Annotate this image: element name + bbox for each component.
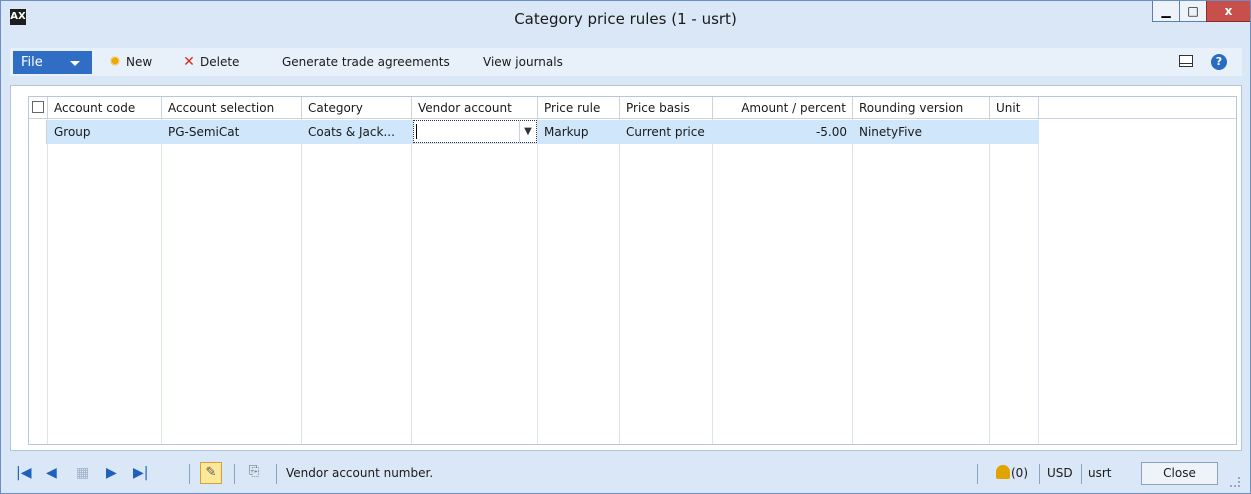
next-record-icon[interactable]: ▶ <box>106 465 117 481</box>
close-button[interactable]: Close <box>1141 462 1218 485</box>
window: AX Category price rules (1 - usrt) ▁ □ x… <box>0 0 1251 494</box>
resize-grip-icon[interactable] <box>1230 477 1240 487</box>
delete-button[interactable]: ✕ Delete <box>181 51 239 73</box>
col-unit <box>990 97 1039 444</box>
divider <box>977 464 978 484</box>
select-all-checkbox[interactable] <box>32 101 44 113</box>
header-vendor-account[interactable]: Vendor account <box>412 97 538 119</box>
file-menu-button[interactable]: File <box>13 51 92 74</box>
attachment-icon[interactable]: ⎘ <box>249 464 263 480</box>
sun-icon: ✹ <box>109 54 121 70</box>
last-record-icon[interactable]: ▶| <box>133 465 148 481</box>
col-account-selection <box>162 97 302 444</box>
vendor-account-input[interactable]: ▼ <box>413 120 537 143</box>
select-column <box>29 97 48 444</box>
grid-container: Account code Account selection Category … <box>10 85 1242 451</box>
text-cursor <box>416 124 417 139</box>
cell-rounding-version[interactable]: NinetyFive <box>853 120 990 144</box>
notification-count[interactable]: (0) <box>1011 465 1028 481</box>
status-bar: |◀ ◀ ▦ ▶ ▶| ✎ ⎘ Vendor account number. (… <box>10 460 1242 487</box>
header-account-code[interactable]: Account code <box>48 97 162 119</box>
layout-icon[interactable] <box>1179 54 1195 70</box>
col-account-code <box>48 97 162 444</box>
currency-indicator[interactable]: USD <box>1047 465 1073 481</box>
divider <box>189 464 190 484</box>
cell-amount-percent[interactable]: -5.00 <box>713 120 853 144</box>
generate-trade-agreements-button[interactable]: Generate trade agreements <box>282 51 450 73</box>
header-account-selection[interactable]: Account selection <box>162 97 302 119</box>
action-pane: File ✹ New ✕ Delete Generate trade agreeme… <box>10 48 1242 76</box>
header-filler <box>1039 97 1236 119</box>
chevron-down-icon <box>70 61 80 66</box>
divider <box>234 464 235 484</box>
col-rounding-version <box>853 97 990 444</box>
cell-category[interactable]: Coats & Jack... <box>302 120 412 144</box>
row-selector[interactable] <box>29 120 47 144</box>
col-vendor-account <box>412 97 538 444</box>
new-label: New <box>126 55 153 69</box>
col-price-rule <box>538 97 620 444</box>
select-all-header <box>29 97 48 119</box>
company-indicator[interactable]: usrt <box>1088 465 1112 481</box>
previous-record-icon[interactable]: ◀ <box>46 465 57 481</box>
cell-account-code[interactable]: Group <box>48 120 162 144</box>
divider <box>276 464 277 484</box>
delete-label: Delete <box>200 55 240 69</box>
cell-price-basis[interactable]: Current price <box>620 120 713 144</box>
header-category[interactable]: Category <box>302 97 412 119</box>
help-icon[interactable]: ? <box>1211 54 1227 70</box>
header-amount-percent[interactable]: Amount / percent <box>713 97 853 119</box>
cell-account-selection[interactable]: PG-SemiCat <box>162 120 302 144</box>
window-title: Category price rules (1 - usrt) <box>514 10 737 28</box>
cell-unit[interactable] <box>990 120 1039 144</box>
maximize-button[interactable]: □ <box>1179 1 1207 22</box>
chevron-down-icon[interactable]: ▼ <box>519 121 536 142</box>
header-rounding-version[interactable]: Rounding version <box>853 97 990 119</box>
new-button[interactable]: ✹ New <box>107 51 152 73</box>
col-amount-percent <box>713 97 853 444</box>
close-window-button[interactable]: x <box>1206 1 1250 22</box>
divider <box>1081 464 1082 484</box>
price-rules-grid: Account code Account selection Category … <box>28 96 1237 445</box>
minimize-button[interactable]: ▁ <box>1152 1 1180 22</box>
edit-pencil-icon[interactable]: ✎ <box>200 462 222 484</box>
first-record-icon[interactable]: |◀ <box>16 465 31 481</box>
divider <box>1039 464 1040 484</box>
header-price-basis[interactable]: Price basis <box>620 97 713 119</box>
title-bar: AX Category price rules (1 - usrt) ▁ □ x <box>1 1 1250 37</box>
header-unit[interactable]: Unit <box>990 97 1039 119</box>
header-price-rule[interactable]: Price rule <box>538 97 620 119</box>
x-icon: ✕ <box>183 54 195 70</box>
view-journals-button[interactable]: View journals <box>483 51 563 73</box>
grid-view-icon[interactable]: ▦ <box>76 465 89 481</box>
file-menu-label: File <box>21 55 43 70</box>
col-category <box>302 97 412 444</box>
col-price-basis <box>620 97 713 444</box>
bell-icon[interactable] <box>996 465 1010 479</box>
status-message: Vendor account number. <box>286 466 434 480</box>
cell-price-rule[interactable]: Markup <box>538 120 620 144</box>
